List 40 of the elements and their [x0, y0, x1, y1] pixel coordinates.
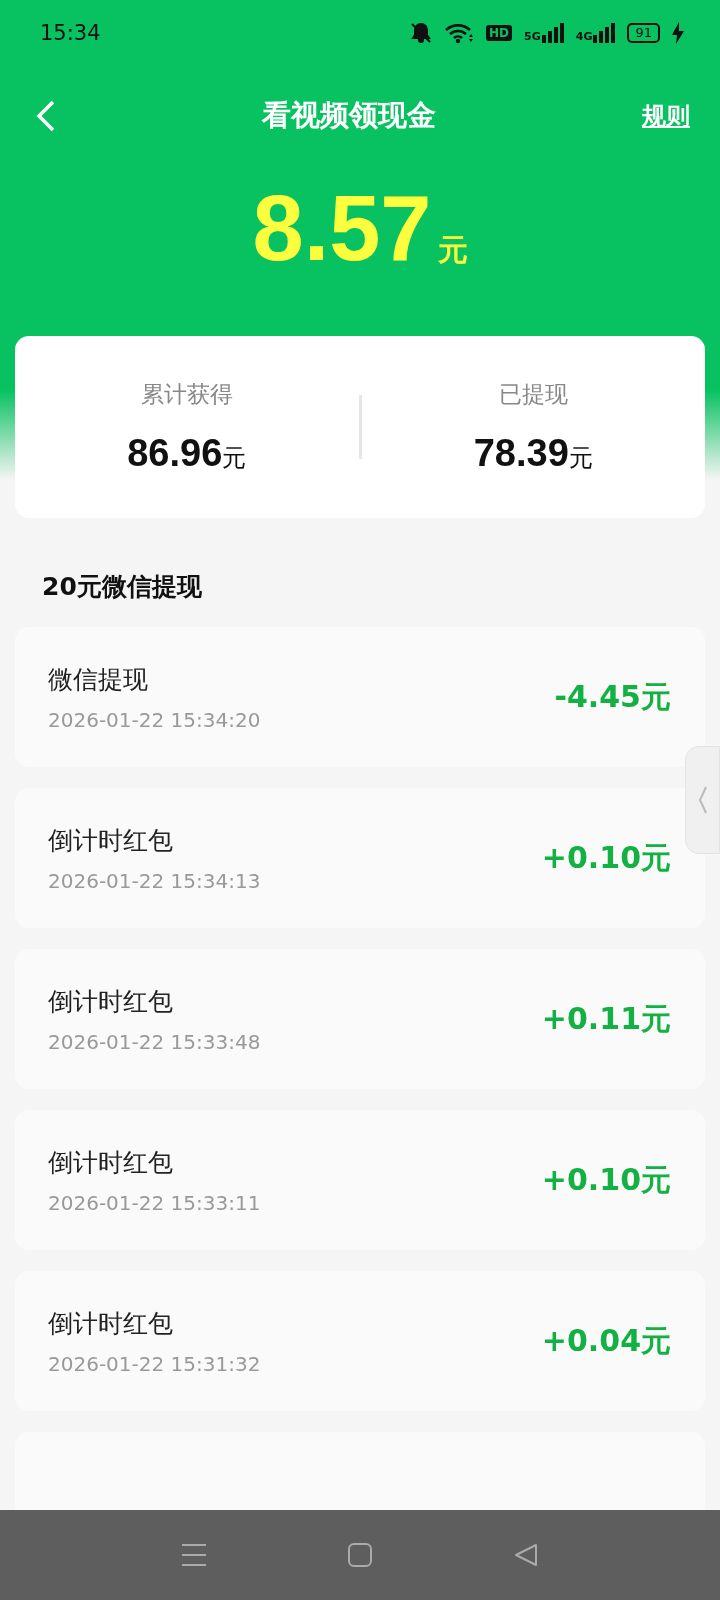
- record-title: 倒计时红包: [48, 1307, 174, 1340]
- menu-icon[interactable]: [181, 1543, 207, 1567]
- balance-amount: 8.57: [252, 176, 432, 281]
- rules-link[interactable]: 规则: [642, 100, 690, 132]
- record-amount: +0.10元: [541, 838, 671, 877]
- record-title: 微信提现: [48, 663, 149, 696]
- record-amount: +0.11元: [541, 999, 671, 1038]
- side-handle[interactable]: [685, 746, 720, 854]
- summary-label: 累计获得: [140, 380, 233, 409]
- summary-value: 86.96元: [127, 432, 247, 475]
- hd-badge: HD: [486, 25, 513, 41]
- bell-muted-icon: [410, 22, 433, 44]
- summary-value: 78.39元: [473, 432, 593, 475]
- network-label: 4G: [575, 30, 593, 43]
- record-title: 倒计时红包: [48, 824, 174, 857]
- battery-level: 91: [627, 23, 660, 43]
- record-time: 2026-01-22 15:34:20: [48, 707, 261, 732]
- record-title: 倒计时红包: [48, 1146, 174, 1179]
- record-amount: +0.04元: [541, 1321, 671, 1360]
- page-title: 看视频领现金: [262, 97, 436, 134]
- chevron-left-icon: [697, 785, 708, 815]
- record-time: 2026-01-22 15:31:32: [48, 1351, 261, 1376]
- home-icon[interactable]: [347, 1542, 373, 1568]
- record-amount: -4.45元: [554, 677, 671, 716]
- summary-label: 已提现: [498, 380, 568, 409]
- record-title: 倒计时红包: [48, 985, 174, 1018]
- wifi-icon: [444, 22, 475, 44]
- record-time: 2026-01-22 15:33:11: [48, 1190, 261, 1215]
- status-time: 15:34: [40, 21, 101, 45]
- network-label: 5G: [524, 30, 541, 43]
- section-title: 20元微信提现: [41, 571, 203, 603]
- signal-icon: [541, 23, 564, 43]
- charging-icon: [672, 22, 684, 44]
- back-icon[interactable]: [513, 1542, 539, 1568]
- record-amount: +0.10元: [541, 1160, 671, 1199]
- balance-unit: 元: [437, 231, 468, 269]
- signal-icon: [593, 23, 616, 43]
- record-time: 2026-01-22 15:33:48: [48, 1029, 261, 1054]
- record-time: 2026-01-22 15:34:13: [48, 868, 261, 893]
- back-icon[interactable]: [36, 100, 56, 132]
